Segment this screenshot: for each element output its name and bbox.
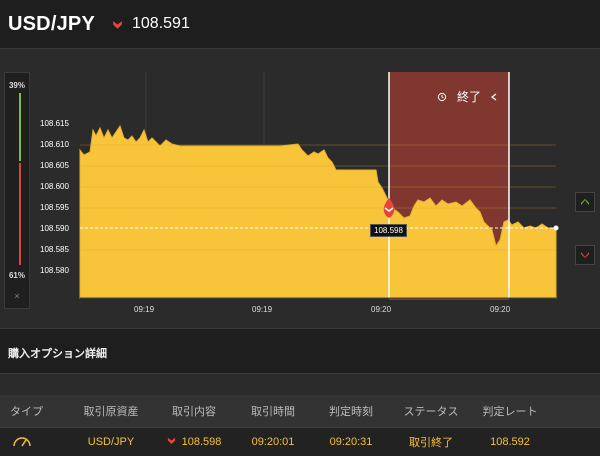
high-button[interactable] bbox=[575, 192, 595, 212]
price-chart bbox=[79, 72, 559, 300]
expiry-label: 終了 bbox=[437, 88, 497, 105]
trade-time-cell: 09:20:01 bbox=[251, 436, 295, 448]
x-tick: 09:20 bbox=[371, 305, 392, 314]
y-tick: 108.615 bbox=[40, 119, 69, 128]
asset-cell: USD/JPY bbox=[87, 436, 135, 448]
y-tick: 108.580 bbox=[40, 266, 69, 275]
section-title: 購入オプション詳細 bbox=[8, 348, 107, 360]
col-header: 取引時間 bbox=[251, 406, 295, 418]
chevron-left-icon bbox=[491, 93, 497, 100]
low-button[interactable] bbox=[575, 245, 595, 265]
chevron-up-icon bbox=[581, 199, 589, 205]
col-header: 取引内容 bbox=[172, 406, 216, 418]
chevron-down-icon bbox=[581, 252, 589, 258]
clock-rewind-icon bbox=[437, 92, 447, 101]
current-price-dot bbox=[553, 225, 559, 231]
x-tick: 09:19 bbox=[134, 305, 155, 314]
gauge-icon bbox=[13, 436, 31, 446]
expiry-text: 終了 bbox=[457, 90, 482, 104]
col-header: タイプ bbox=[10, 406, 43, 418]
table-header: タイプ 取引原資産 取引内容 取引時間 判定時刻 ステータス 判定レート bbox=[0, 395, 600, 428]
y-tick: 108.605 bbox=[40, 161, 69, 170]
purchase-details-header: 購入オプション詳細 bbox=[0, 328, 600, 374]
col-header: 取引原資産 bbox=[83, 406, 139, 418]
content-cell: 108.598 bbox=[154, 436, 234, 448]
y-tick: 108.600 bbox=[40, 182, 69, 191]
entry-price-tag: 108.598 bbox=[370, 224, 407, 237]
y-tick: 108.590 bbox=[40, 224, 69, 233]
x-tick: 09:20 bbox=[490, 305, 511, 314]
status-cell: 取引終了 bbox=[409, 437, 453, 449]
x-tick: 09:19 bbox=[252, 305, 273, 314]
judge-rate-cell: 108.592 bbox=[490, 436, 530, 448]
table-row[interactable]: USD/JPY 108.598 09:20:01 09:20:31 取引終了 1… bbox=[0, 428, 600, 456]
type-cell bbox=[0, 435, 68, 450]
content-value: 108.598 bbox=[181, 436, 222, 448]
judge-time-cell: 09:20:31 bbox=[329, 436, 373, 448]
col-header: 判定時刻 bbox=[329, 406, 373, 418]
y-tick: 108.595 bbox=[40, 203, 69, 212]
y-tick: 108.585 bbox=[40, 245, 69, 254]
down-arrow-icon bbox=[167, 437, 175, 445]
purchase-table: タイプ 取引原資産 取引内容 取引時間 判定時刻 ステータス 判定レート USD… bbox=[0, 395, 600, 456]
y-tick: 108.610 bbox=[40, 140, 69, 149]
col-header: 判定レート bbox=[482, 406, 538, 418]
col-header: ステータス bbox=[403, 406, 459, 418]
